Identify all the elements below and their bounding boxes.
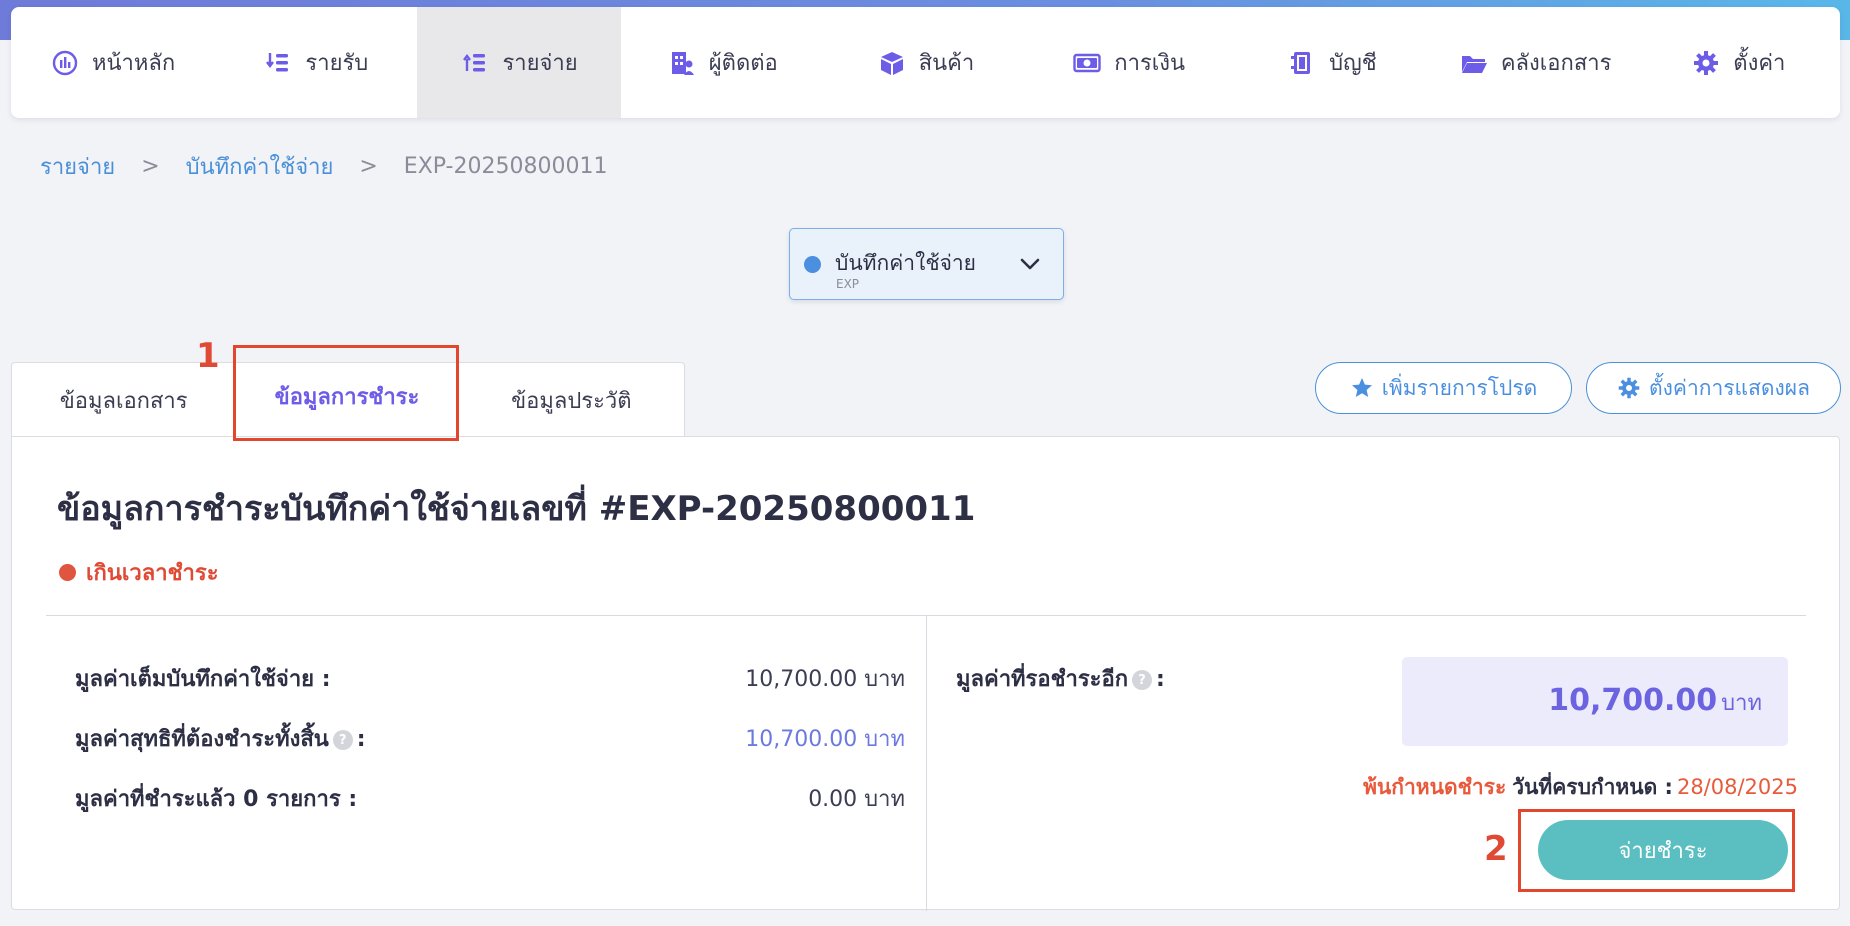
net-value-label: มูลค่าสุทธิที่ต้องชำระทั้งสิ้น bbox=[75, 727, 329, 752]
nav-label: รายจ่าย bbox=[502, 51, 578, 76]
nav-item-income[interactable]: รายรับ bbox=[214, 7, 417, 118]
display-settings-button[interactable]: ตั้งค่าการแสดงผล bbox=[1586, 362, 1841, 414]
full-value-amount: 10,700.00 บาท bbox=[745, 667, 905, 692]
breadcrumb-separator: > bbox=[359, 153, 378, 179]
paid-value-label: มูลค่าที่ชำระแล้ว 0 รายการ : bbox=[75, 787, 358, 812]
nav-item-products[interactable]: สินค้า bbox=[824, 7, 1027, 118]
nav-item-documents[interactable]: คลังเอกสาร bbox=[1434, 7, 1637, 118]
pending-amount-currency: บาท bbox=[1721, 691, 1762, 716]
vertical-divider bbox=[926, 616, 927, 911]
breadcrumb: รายจ่าย > บันทึกค่าใช้จ่าย > EXP-2025080… bbox=[40, 148, 607, 184]
help-icon[interactable]: ? bbox=[1132, 670, 1153, 690]
status-dot-icon bbox=[59, 564, 76, 581]
nav-label: คลังเอกสาร bbox=[1500, 51, 1612, 76]
nav-item-expense[interactable]: รายจ่าย bbox=[417, 7, 621, 118]
nav-label: ตั้งค่า bbox=[1733, 51, 1786, 76]
net-value-colon: : bbox=[356, 727, 366, 752]
nav-item-finance[interactable]: การเงิน bbox=[1027, 7, 1230, 118]
annotation-number-1: 1 bbox=[196, 336, 220, 376]
add-favorite-button[interactable]: เพิ่มรายการโปรด bbox=[1315, 362, 1572, 414]
ledger-icon bbox=[1287, 48, 1317, 78]
overdue-text: พ้นกำหนดชำระ bbox=[1363, 775, 1507, 799]
pending-amount: 10,700.00 บาท bbox=[1548, 683, 1762, 720]
document-type-code: EXP bbox=[836, 277, 860, 291]
net-value-label-wrap: มูลค่าสุทธิที่ต้องชำระทั้งสิ้น?: bbox=[75, 721, 366, 756]
nav-label: บัญชี bbox=[1329, 51, 1377, 76]
net-value-amount: 10,700.00 บาท bbox=[745, 727, 905, 752]
due-date-value: 28/08/2025 bbox=[1676, 775, 1798, 799]
pending-value-label-wrap: มูลค่าที่รอชำระอีก?: bbox=[956, 661, 1165, 696]
income-icon bbox=[263, 48, 293, 78]
status-text: เกินเวลาชำระ bbox=[86, 561, 219, 586]
tab-payment-info[interactable]: ข้อมูลการชำระ bbox=[235, 363, 458, 437]
annotation-number-2: 2 bbox=[1484, 829, 1508, 869]
full-value-row: มูลค่าเต็มบันทึกค่าใช้จ่าย : 10,700.00 บ… bbox=[75, 661, 905, 697]
breadcrumb-link-expense[interactable]: รายจ่าย bbox=[40, 149, 115, 184]
nav-label: หน้าหลัก bbox=[92, 51, 176, 76]
due-date-line: พ้นกำหนดชำระ วันที่ครบกำหนด :28/08/2025 bbox=[1363, 771, 1798, 804]
contacts-icon bbox=[667, 48, 697, 78]
dashboard-icon bbox=[50, 48, 80, 78]
breadcrumb-separator: > bbox=[141, 153, 160, 179]
gear-icon bbox=[1691, 48, 1721, 78]
breadcrumb-link-expense-record[interactable]: บันทึกค่าใช้จ่าย bbox=[186, 149, 334, 184]
pending-amount-box: 10,700.00 บาท bbox=[1402, 657, 1788, 746]
page-title: ข้อมูลการชำระบันทึกค่าใช้จ่ายเลขที่ #EXP… bbox=[57, 489, 976, 529]
pending-value-label: มูลค่าที่รอชำระอีก bbox=[956, 667, 1129, 692]
tab-history-info[interactable]: ข้อมูลประวัติ bbox=[459, 363, 684, 437]
pay-button[interactable]: จ่ายชำระ bbox=[1538, 820, 1788, 880]
nav-item-accounting[interactable]: บัญชี bbox=[1230, 7, 1433, 118]
add-favorite-label: เพิ่มรายการโปรด bbox=[1381, 375, 1538, 400]
nav-label: รายรับ bbox=[305, 51, 369, 76]
nav-item-dashboard[interactable]: หน้าหลัก bbox=[11, 7, 214, 118]
paid-value-row: มูลค่าที่ชำระแล้ว 0 รายการ : 0.00 บาท bbox=[75, 781, 905, 817]
breadcrumb-current: EXP-20250800011 bbox=[403, 153, 608, 179]
nav-item-contacts[interactable]: ผู้ติดต่อ bbox=[621, 7, 824, 118]
folder-icon bbox=[1459, 48, 1489, 78]
document-type-dropdown[interactable]: บันทึกค่าใช้จ่าย EXP bbox=[789, 228, 1064, 300]
box-icon bbox=[877, 48, 907, 78]
money-icon bbox=[1072, 48, 1102, 78]
due-date-label: วันที่ครบกำหนด : bbox=[1512, 775, 1673, 799]
full-value-label: มูลค่าเต็มบันทึกค่าใช้จ่าย : bbox=[75, 667, 331, 692]
tab-bar: ข้อมูลเอกสาร ข้อมูลการชำระ ข้อมูลประวัติ bbox=[11, 362, 685, 437]
help-icon[interactable]: ? bbox=[332, 730, 353, 750]
gear-icon bbox=[1618, 377, 1640, 399]
pending-value-colon: : bbox=[1156, 667, 1165, 692]
display-settings-label: ตั้งค่าการแสดงผล bbox=[1649, 375, 1810, 400]
chevron-down-icon bbox=[1020, 258, 1040, 270]
document-type-label: บันทึกค่าใช้จ่าย bbox=[835, 251, 976, 275]
payment-info-card: ข้อมูลการชำระบันทึกค่าใช้จ่ายเลขที่ #EXP… bbox=[11, 436, 1840, 911]
nav-label: สินค้า bbox=[918, 51, 975, 76]
document-type-dot-icon bbox=[804, 256, 821, 273]
expense-icon bbox=[460, 48, 490, 78]
nav-label: การเงิน bbox=[1114, 51, 1186, 76]
nav-item-settings[interactable]: ตั้งค่า bbox=[1637, 7, 1840, 118]
paid-value-amount: 0.00 บาท bbox=[808, 787, 905, 812]
nav-label: ผู้ติดต่อ bbox=[708, 51, 778, 76]
star-icon bbox=[1351, 378, 1372, 397]
status-badge: เกินเวลาชำระ bbox=[59, 555, 219, 590]
pending-amount-number: 10,700.00 bbox=[1548, 683, 1718, 718]
net-value-row: มูลค่าสุทธิที่ต้องชำระทั้งสิ้น?: 10,700.… bbox=[75, 721, 905, 757]
main-navbar: หน้าหลัก รายรับ รายจ่าย ผู้ติดต่อ สินค้า… bbox=[11, 7, 1840, 118]
